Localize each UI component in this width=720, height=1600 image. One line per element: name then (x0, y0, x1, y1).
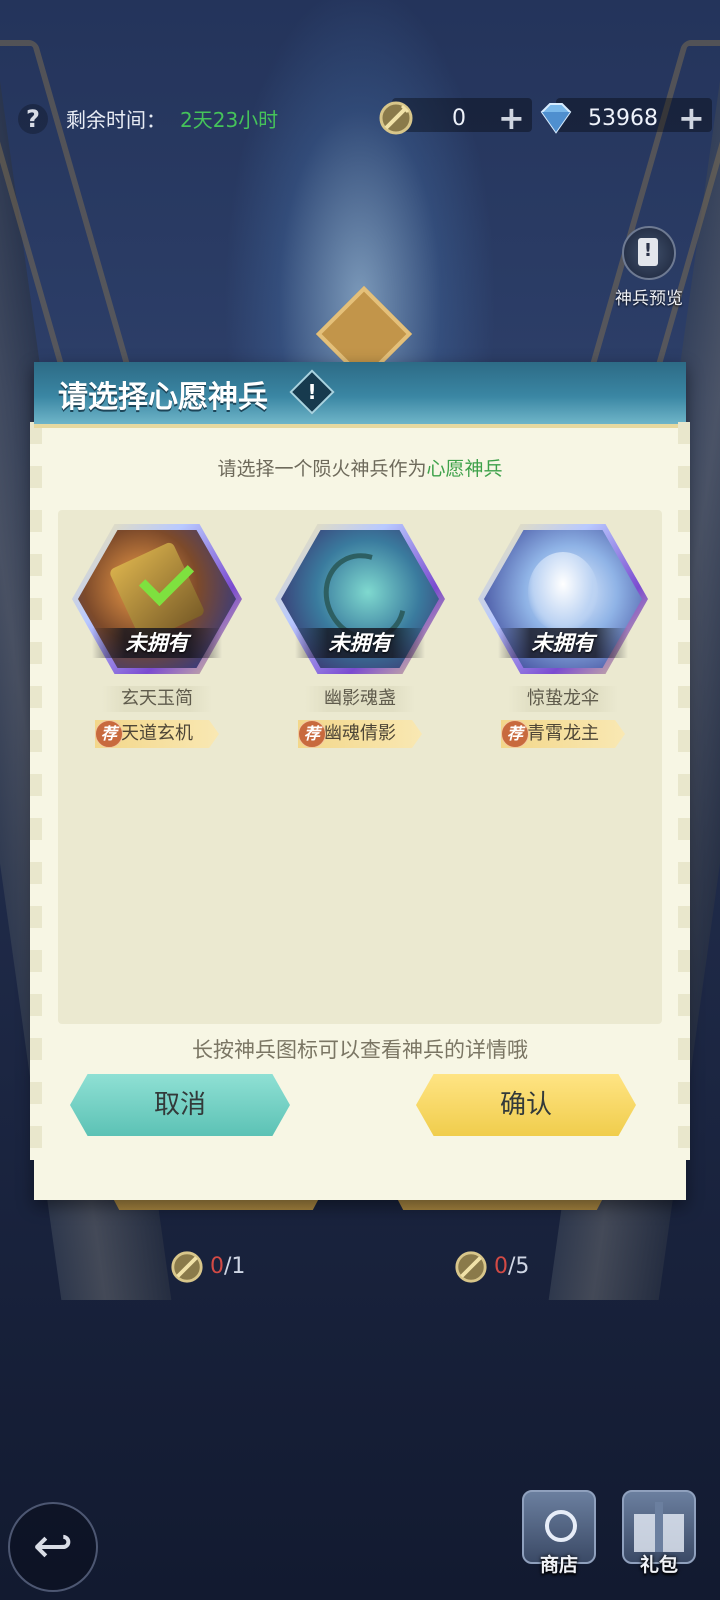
weapon-token-icon (455, 1251, 487, 1283)
weapon-portrait[interactable]: 未拥有 (72, 524, 242, 674)
weapon-name: 惊蛰龙伞 (508, 686, 618, 712)
hero-name: 青霄龙主 (527, 723, 599, 744)
recommended-hero-tag: 荐 青霄龙主 (501, 720, 625, 748)
weapon-portrait[interactable]: 未拥有 (478, 524, 648, 674)
info-icon[interactable]: ! (289, 369, 335, 415)
summon-five-counter: 0/5 (454, 1250, 529, 1284)
weapon-token-icon (171, 1251, 203, 1283)
status-badge: 未拥有 (92, 628, 222, 658)
shop-button[interactable]: 商店 (514, 1490, 604, 1590)
dragon-icon (528, 552, 598, 632)
counter-used: 0 (494, 1254, 508, 1279)
long-press-hint: 长按神兵图标可以查看神兵的详情哦 (192, 1038, 528, 1062)
card-icon (622, 226, 676, 280)
wish-weapon-dialog: 请选择心愿神兵 ! 请选择一个陨火神兵作为心愿神兵 未拥有 玄天玉简 荐 天道玄… (30, 362, 690, 1200)
cancel-button[interactable]: 取消 (70, 1074, 290, 1136)
back-button[interactable]: ↩ (8, 1502, 98, 1592)
weapon-token-icon (379, 101, 413, 135)
token-count: 0 (452, 106, 466, 131)
diamond-icon (540, 103, 572, 134)
remaining-time-label: 剩余时间： (66, 108, 166, 132)
back-arrow-icon: ↩ (32, 1518, 74, 1574)
subtitle-highlight: 心愿神兵 (426, 458, 503, 480)
weapon-item[interactable]: 未拥有 玄天玉简 荐 天道玄机 (62, 524, 252, 748)
token-counter: 0 + (379, 98, 532, 135)
recommended-hero-tag: 荐 幽魂倩影 (298, 720, 422, 748)
hero-name: 幽魂倩影 (324, 723, 396, 744)
recommend-icon: 荐 (95, 720, 123, 748)
hero-name: 天道玄机 (121, 723, 193, 744)
recommended-hero-tag: 荐 天道玄机 (95, 720, 219, 748)
add-token-button[interactable]: + (498, 102, 525, 134)
add-gem-button[interactable]: + (678, 102, 705, 134)
weapon-preview-button[interactable]: 神兵预览 (604, 226, 694, 309)
dialog-header: 请选择心愿神兵 ! (34, 362, 686, 428)
dialog-subtitle: 请选择一个陨火神兵作为心愿神兵 (34, 454, 686, 481)
weapon-item[interactable]: 未拥有 幽影魂盏 荐 幽魂倩影 (265, 524, 455, 748)
remaining-time-value: 2天23小时 (180, 108, 279, 132)
weapon-list: 未拥有 玄天玉简 荐 天道玄机 未拥有 幽影魂盏 荐 幽魂倩影 未拥有 惊蛰龙伞… (58, 510, 662, 1024)
gem-count: 53968 (588, 106, 658, 131)
top-bar: ? 剩余时间： 2天23小时 0 + 53968 + (0, 90, 720, 140)
subtitle-text: 请选择一个陨火神兵作为 (217, 458, 427, 480)
help-icon[interactable]: ? (18, 104, 48, 134)
dialog-title: 请选择心愿神兵 (58, 380, 268, 415)
weapon-item[interactable]: 未拥有 惊蛰龙伞 荐 青霄龙主 (468, 524, 658, 748)
weapon-portrait[interactable]: 未拥有 (275, 524, 445, 674)
status-badge: 未拥有 (295, 628, 425, 658)
counter-total: /1 (224, 1254, 246, 1279)
summon-once-counter: 0/1 (170, 1250, 245, 1284)
counter-total: /5 (508, 1254, 530, 1279)
weapon-name: 幽影魂盏 (305, 686, 415, 712)
weapon-preview-label: 神兵预览 (615, 289, 683, 309)
gift-label: 礼包 (639, 1554, 678, 1576)
weapon-name: 玄天玉简 (102, 686, 212, 712)
counter-used: 0 (210, 1254, 224, 1279)
gift-button[interactable]: 礼包 (614, 1490, 704, 1590)
gem-counter: 53968 + (540, 98, 712, 134)
recommend-icon: 荐 (298, 720, 326, 748)
confirm-button[interactable]: 确认 (416, 1074, 636, 1136)
status-badge: 未拥有 (498, 628, 628, 658)
recommend-icon: 荐 (501, 720, 529, 748)
shop-label: 商店 (539, 1554, 578, 1576)
